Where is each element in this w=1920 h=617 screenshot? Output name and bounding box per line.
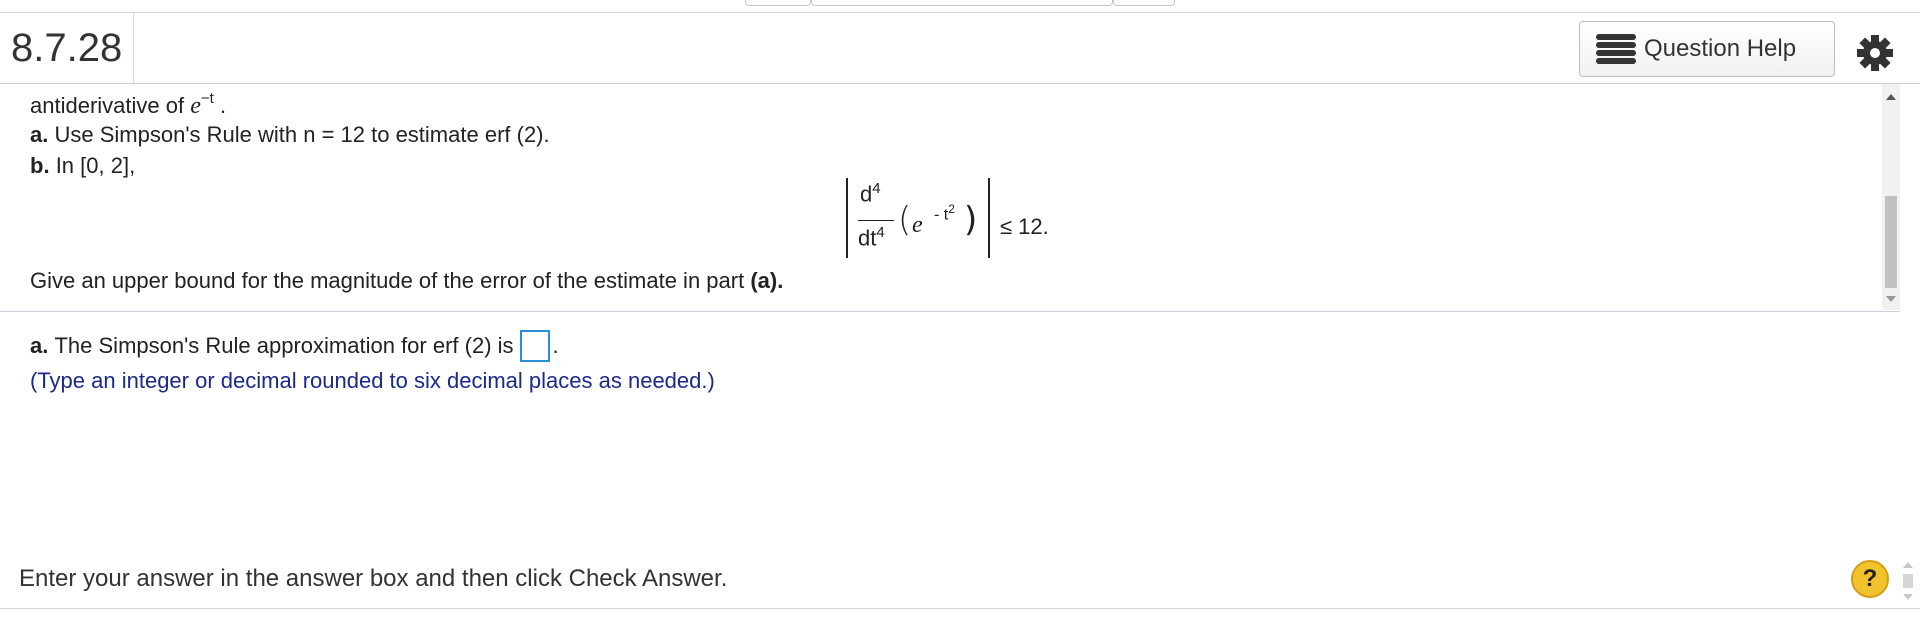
footer-scrollbar[interactable]	[1900, 560, 1916, 602]
part-a-line: a. Use Simpson's Rule with n = 12 to est…	[30, 122, 550, 148]
intro-exponent: −t	[200, 90, 214, 107]
footer-divider	[0, 608, 1920, 609]
help-icon[interactable]: ?	[1851, 560, 1889, 598]
scroll-up-arrow-icon[interactable]	[1886, 94, 1896, 100]
question-number: 8.7.28	[0, 13, 134, 83]
answer-line: a. The Simpson's Rule approximation for …	[30, 330, 559, 362]
answer-input[interactable]	[519, 330, 550, 362]
top-tab-strip	[745, 0, 1175, 6]
formula-rhs: ≤ 12.	[1000, 214, 1049, 239]
part-a-label: a.	[30, 122, 49, 147]
intro-text: antiderivative of	[30, 93, 185, 118]
formula-denominator: dt4	[858, 224, 885, 251]
answer-end: .	[552, 333, 559, 358]
bound-line: Give an upper bound for the magnitude of…	[30, 268, 783, 294]
part-b-label: b.	[30, 153, 50, 178]
list-icon	[1596, 34, 1636, 64]
footer-instruction: Enter your answer in the answer box and …	[19, 565, 728, 592]
answer-label: a.	[30, 333, 49, 358]
formula-e: e	[912, 212, 923, 238]
formula-exponent: - t2	[934, 202, 955, 224]
gear-icon[interactable]	[1855, 33, 1895, 73]
scroll-thumb[interactable]	[1885, 196, 1897, 288]
bound-part-ref: (a).	[750, 268, 784, 293]
question-help-label: Question Help	[1644, 35, 1797, 62]
problem-scrollbar[interactable]	[1882, 84, 1900, 310]
top-tab[interactable]	[811, 0, 1113, 6]
scroll-down-arrow-icon[interactable]	[1886, 296, 1896, 302]
question-header: 8.7.28 Question Help	[0, 13, 1920, 84]
derivative-bound-formula: d4 dt4 ( e - t2 ) ≤ 12.	[846, 178, 1066, 262]
question-help-button[interactable]: Question Help	[1579, 21, 1835, 77]
intro-exponent-base: e	[190, 93, 201, 119]
problem-statement: antiderivative of e−t . a. Use Simpson's…	[0, 84, 1880, 312]
intro-end: .	[219, 93, 227, 118]
intro-line: antiderivative of e−t .	[30, 90, 226, 120]
section-divider	[0, 311, 1900, 312]
answer-hint: (Type an integer or decimal rounded to s…	[30, 368, 715, 393]
answer-text: The Simpson's Rule approximation for erf…	[54, 333, 514, 358]
top-tab[interactable]	[745, 0, 811, 6]
part-b-line: b. In [0, 2],	[30, 153, 135, 179]
formula-numerator: d4	[860, 180, 881, 207]
part-a-text: Use Simpson's Rule with n = 12 to estima…	[54, 122, 550, 147]
bound-text: Give an upper bound for the magnitude of…	[30, 268, 745, 293]
part-b-text: In [0, 2],	[55, 153, 136, 178]
top-tab[interactable]	[1113, 0, 1175, 6]
